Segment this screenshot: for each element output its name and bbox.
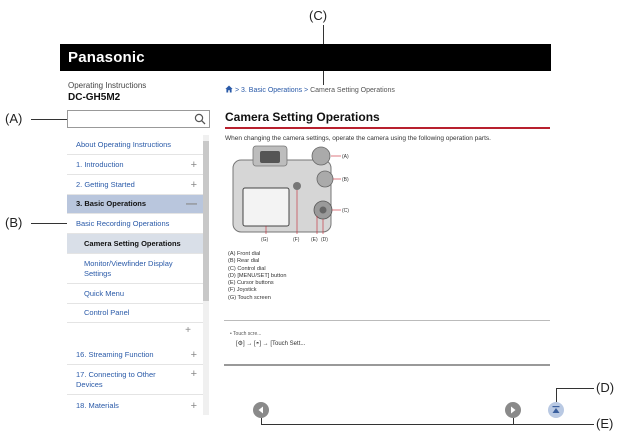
sidebar-item-label: 3. Basic Operations	[76, 199, 147, 208]
sidebar-item-introduction[interactable]: 1. Introduction +	[67, 155, 203, 175]
expand-icon[interactable]: +	[191, 179, 197, 191]
scrollbar-thumb[interactable]	[203, 141, 209, 301]
sidebar-item-about[interactable]: About Operating Instructions	[67, 135, 203, 155]
callout-c-label: (C)	[309, 8, 328, 23]
sidebar-item-quick-menu[interactable]: Quick Menu	[67, 284, 203, 304]
joystick	[293, 182, 301, 190]
front-dial	[311, 146, 331, 166]
doc-model: DC-GH5M2	[68, 92, 121, 103]
legend-item: (F) Joystick	[228, 287, 257, 294]
breadcrumb-separator: >	[304, 87, 309, 94]
sidebar-item-monitor-viewfinder[interactable]: Monitor/Viewfinder Display Settings	[67, 254, 203, 284]
legend-item: (A) Front dial	[228, 251, 261, 257]
sidebar-item-label: 16. Streaming Function	[76, 349, 154, 359]
callout-e-line	[261, 424, 594, 425]
snippet-text: • Touch scre...	[230, 331, 262, 337]
sidebar-item-getting-started[interactable]: 2. Getting Started +	[67, 175, 203, 195]
sidebar-item-label: Monitor/Viewfinder Display Settings	[84, 258, 173, 278]
snippet-menu-path: [⚙] → [◓] → [Touch Sett...	[236, 341, 306, 347]
sidebar-item-label: 2. Getting Started	[76, 179, 135, 189]
figure-label-c: (C)	[342, 208, 349, 214]
sidebar-item-camera-setting[interactable]: Camera Setting Operations	[67, 234, 203, 254]
sidebar-scrollbar[interactable]	[203, 135, 209, 415]
callout-a-line	[31, 119, 71, 120]
camera-diagram: (A) (B) (C) (D) (E) (F) (G)	[232, 145, 349, 243]
rear-dial	[316, 170, 334, 188]
figure-label-d: (D)	[321, 237, 328, 243]
previous-page-button[interactable]	[253, 402, 269, 418]
callout-b-label: (B)	[5, 215, 23, 230]
legend-item: (D) [MENU/SET] button	[228, 272, 287, 279]
sidebar-item-basic-recording[interactable]: Basic Recording Operations	[67, 214, 203, 234]
collapse-icon[interactable]: —	[186, 198, 197, 210]
sidebar-item-label: 18. Materials	[76, 401, 119, 410]
callout-e-line-left	[261, 418, 262, 424]
callout-a-label: (A)	[5, 111, 23, 126]
doc-type: Operating Instructions	[68, 81, 147, 90]
sidebar-item-streaming[interactable]: 16. Streaming Function +	[67, 345, 203, 365]
expand-icon[interactable]: +	[191, 159, 197, 171]
figure-label-e: (E)	[311, 237, 318, 243]
sidebar-item-label: Quick Menu	[84, 288, 125, 298]
arrow-right-icon	[511, 406, 516, 414]
callout-d-label: (D)	[596, 380, 615, 395]
search-icon[interactable]	[194, 113, 206, 125]
content-snippet: • Touch scre... [⚙] → [◓] → [Touch Sett.…	[224, 320, 550, 366]
arrow-left-icon	[258, 406, 263, 414]
callout-d-line-v	[556, 388, 557, 402]
sidebar-item-label: About Operating Instructions	[76, 139, 172, 149]
sidebar-item-label: Control Panel	[84, 308, 130, 317]
legend-item: (G) Touch screen	[228, 294, 271, 301]
expand-icon: +	[185, 325, 191, 336]
breadcrumb: > 3. Basic Operations > Camera Setting O…	[225, 85, 395, 94]
sidebar-item-label: Basic Recording Operations	[76, 218, 170, 228]
legend-item: (C) Control dial	[228, 265, 266, 272]
legend-list: (A) Front dial (B) Rear dial (C) Control…	[228, 251, 286, 302]
callout-d-line	[556, 388, 594, 389]
sidebar: About Operating Instructions 1. Introduc…	[67, 135, 210, 415]
callout-e-line-right	[513, 418, 514, 424]
expand-icon[interactable]: +	[191, 349, 197, 361]
title-rule	[225, 127, 550, 129]
sidebar-item-connecting[interactable]: 17. Connecting to Other Devices +	[67, 365, 203, 395]
figure-label-f: (F)	[293, 237, 300, 243]
top-bar: Panasonic	[60, 44, 551, 71]
callout-e-label: (E)	[596, 416, 614, 431]
sidebar-item-label: Camera Setting Operations	[84, 238, 181, 248]
home-icon[interactable]	[225, 85, 233, 93]
sidebar-item-label: 1. Introduction	[76, 159, 124, 169]
sidebar-cutoff: +	[67, 324, 203, 336]
breadcrumb-current: Camera Setting Operations	[310, 87, 395, 94]
back-to-top-button[interactable]	[548, 402, 564, 418]
arrow-up-icon	[552, 406, 560, 413]
breadcrumb-separator: >	[234, 87, 240, 94]
sidebar-item-label: 17. Connecting to Other Devices	[76, 369, 156, 389]
figure-label-g: (G)	[261, 237, 269, 243]
expand-icon[interactable]: +	[191, 400, 197, 412]
breadcrumb-parent[interactable]: 3. Basic Operations	[241, 87, 302, 94]
figure-label-a: (A)	[342, 154, 349, 160]
page-title: Camera Setting Operations	[225, 110, 380, 124]
legend-item: (E) Cursor buttons	[228, 280, 274, 287]
brand-logo[interactable]: Panasonic	[68, 49, 145, 66]
figure-label-b: (B)	[342, 177, 349, 183]
sidebar-item-materials[interactable]: 18. Materials +	[67, 397, 203, 415]
sidebar-item-basic-operations[interactable]: 3. Basic Operations —	[67, 195, 203, 214]
next-page-button[interactable]	[505, 402, 521, 418]
expand-icon[interactable]: +	[191, 368, 197, 380]
search-input[interactable]	[67, 110, 210, 128]
sidebar-item-control-panel[interactable]: Control Panel	[67, 304, 203, 323]
intro-text: When changing the camera settings, opera…	[225, 135, 491, 142]
touch-screen	[242, 187, 290, 227]
legend-item: (B) Rear dial	[228, 258, 260, 265]
